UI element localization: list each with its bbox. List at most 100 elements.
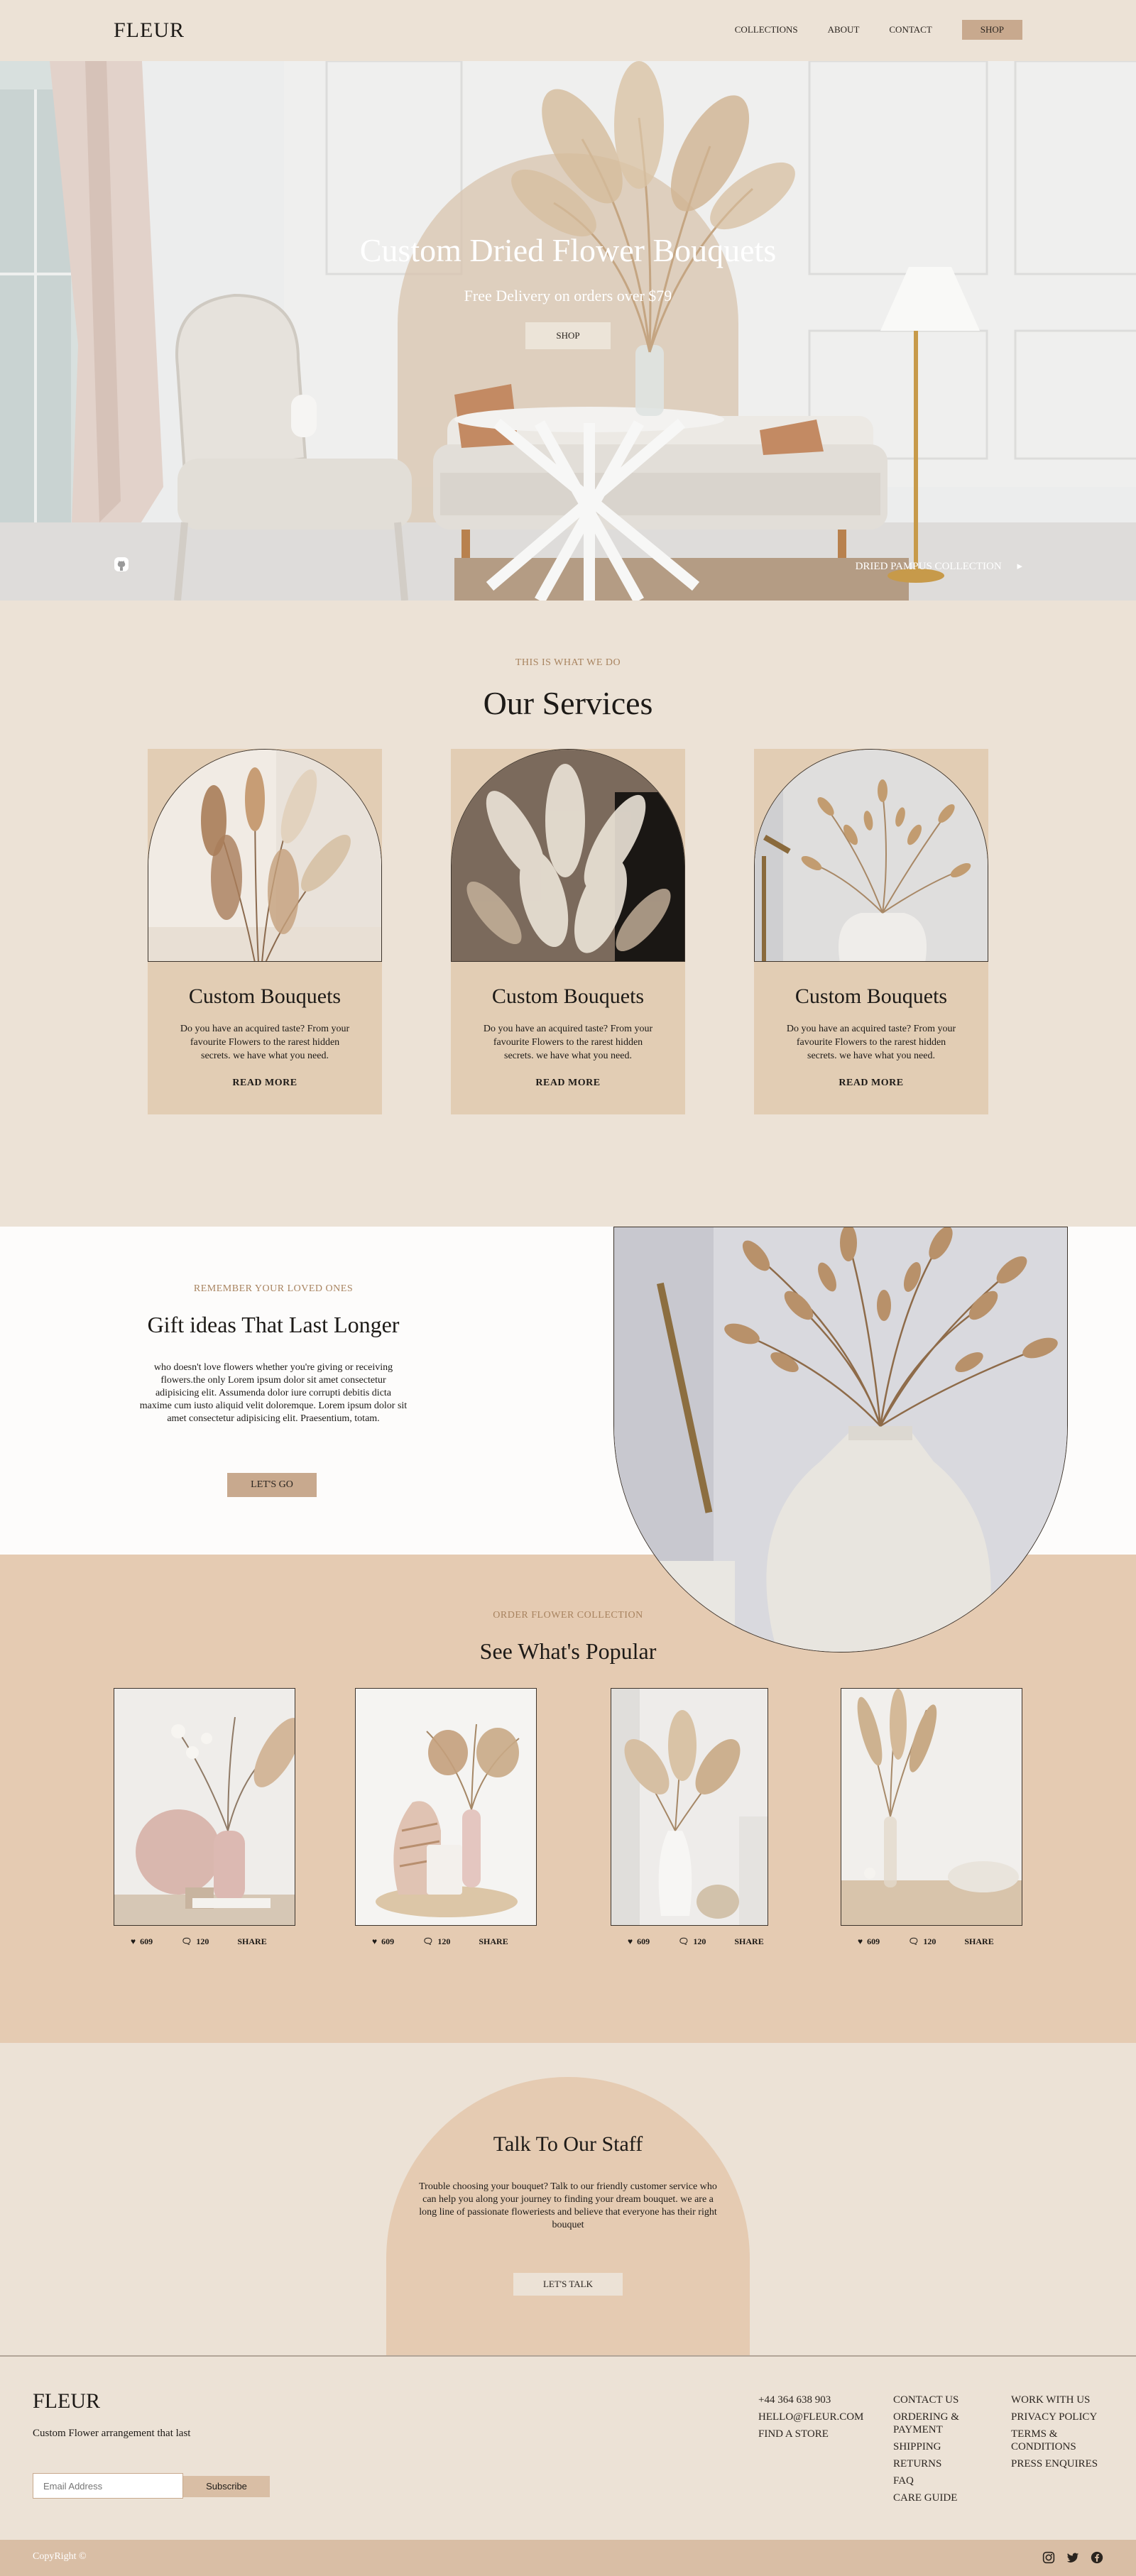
- footer-logo[interactable]: FLEUR: [33, 2389, 100, 2413]
- comments-count: 120: [923, 1936, 936, 1946]
- service-text: Do you have an acquired taste? From your…: [483, 1024, 653, 1061]
- facebook-icon[interactable]: [1091, 2551, 1103, 2564]
- comments[interactable]: 🗨 120: [422, 1936, 450, 1947]
- service-text: Do you have an acquired taste? From your…: [786, 1024, 956, 1061]
- likes-count: 609: [140, 1936, 153, 1946]
- github-icon[interactable]: [114, 557, 219, 572]
- product-image[interactable]: [355, 1688, 537, 1926]
- popular-title: See What's Popular: [479, 1638, 657, 1664]
- service-text: Do you have an acquired taste? From your…: [180, 1024, 350, 1061]
- heart-icon: ♥: [628, 1936, 633, 1946]
- comments-count: 120: [196, 1936, 209, 1946]
- footer-find-store[interactable]: FIND A STORE: [758, 2428, 863, 2440]
- likes-count: 609: [381, 1936, 395, 1946]
- product-meta: ♥ 609 🗨 120 SHARE: [131, 1936, 295, 1947]
- email-input[interactable]: [33, 2473, 183, 2499]
- footer-link[interactable]: FAQ: [893, 2474, 978, 2487]
- services-title: Our Services: [483, 685, 653, 721]
- nav-shop-button[interactable]: SHOP: [961, 20, 1022, 40]
- collection-link-label: DRIED PAMPUS COLLECTION: [855, 561, 1002, 572]
- subscribe-button[interactable]: Subscribe: [183, 2476, 270, 2497]
- likes[interactable]: ♥ 609: [628, 1936, 650, 1947]
- footer-customer: CONTACT US ORDERING & PAYMENT SHIPPING R…: [893, 2394, 978, 2509]
- footer-social-links: [1042, 2551, 1103, 2564]
- logo[interactable]: FLEUR: [114, 18, 185, 43]
- read-more-link[interactable]: READ MORE: [451, 1078, 685, 1089]
- heart-icon: ♥: [858, 1936, 863, 1946]
- main-nav: COLLECTIONS ABOUT CONTACT SHOP: [735, 20, 1022, 40]
- service-card: Custom Bouquets Do you have an acquired …: [148, 749, 382, 1114]
- lets-go-button[interactable]: LET'S GO: [227, 1473, 317, 1497]
- service-card: Custom Bouquets Do you have an acquired …: [754, 749, 988, 1114]
- service-card: Custom Bouquets Do you have an acquired …: [451, 749, 685, 1114]
- twitter-icon[interactable]: [114, 557, 159, 572]
- footer-divider: [0, 2355, 1136, 2357]
- share-link[interactable]: SHARE: [734, 1936, 763, 1947]
- product-meta: ♥ 609 🗨 120 SHARE: [858, 1936, 1022, 1947]
- site-header: FLEUR COLLECTIONS ABOUT CONTACT SHOP: [0, 0, 1136, 61]
- comments-count: 120: [693, 1936, 706, 1946]
- comments[interactable]: 🗨 120: [678, 1936, 706, 1947]
- talk-title: Talk To Our Staff: [493, 2132, 643, 2156]
- social-links: [114, 557, 219, 572]
- hero-shop-button[interactable]: SHOP: [525, 322, 611, 349]
- footer-link[interactable]: PRESS ENQUIRES: [1011, 2457, 1103, 2470]
- arrow-right-icon: ▸: [1017, 561, 1022, 572]
- nav-about[interactable]: ABOUT: [828, 24, 860, 35]
- comment-icon: 🗨: [422, 1936, 434, 1946]
- comments[interactable]: 🗨 120: [181, 1936, 209, 1947]
- talk-text: Trouble choosing your bouquet? Talk to o…: [419, 2181, 717, 2230]
- footer-link[interactable]: TERMS & CONDITIONS: [1011, 2428, 1103, 2453]
- likes[interactable]: ♥ 609: [131, 1936, 153, 1947]
- footer-link[interactable]: WORK WITH US: [1011, 2394, 1103, 2406]
- comment-icon: 🗨: [181, 1936, 192, 1946]
- footer-link[interactable]: PRIVACY POLICY: [1011, 2411, 1103, 2423]
- service-image: [451, 749, 685, 962]
- service-title: Custom Bouquets: [491, 985, 645, 1008]
- product-meta: ♥ 609 🗨 120 SHARE: [628, 1936, 792, 1947]
- heart-icon: ♥: [131, 1936, 136, 1946]
- instagram-icon[interactable]: [1042, 2551, 1055, 2564]
- product-image[interactable]: [611, 1688, 768, 1926]
- likes-count: 609: [637, 1936, 650, 1946]
- comment-icon: 🗨: [908, 1936, 919, 1946]
- copyright: CopyRight ©: [33, 2551, 87, 2562]
- likes[interactable]: ♥ 609: [858, 1936, 880, 1947]
- footer-link[interactable]: CONTACT US: [893, 2394, 978, 2406]
- share-link[interactable]: SHARE: [237, 1936, 266, 1947]
- comments[interactable]: 🗨 120: [908, 1936, 936, 1947]
- likes[interactable]: ♥ 609: [372, 1936, 394, 1947]
- footer-tagline: Custom Flower arrangement that last: [33, 2428, 191, 2439]
- services-eyebrow: THIS IS WHAT WE DO: [515, 657, 621, 668]
- twitter-icon[interactable]: [1066, 2551, 1079, 2564]
- comments-count: 120: [437, 1936, 451, 1946]
- facebook-icon[interactable]: [114, 557, 189, 572]
- nav-contact[interactable]: CONTACT: [889, 24, 932, 35]
- comment-icon: 🗨: [678, 1936, 689, 1946]
- read-more-link[interactable]: READ MORE: [148, 1078, 382, 1089]
- collection-link[interactable]: DRIED PAMPUS COLLECTION ▸: [856, 559, 1022, 573]
- nav-collections[interactable]: COLLECTIONS: [735, 24, 798, 35]
- footer-link[interactable]: SHIPPING: [893, 2440, 978, 2453]
- footer-link[interactable]: ORDERING & PAYMENT: [893, 2411, 978, 2436]
- footer-email[interactable]: HELLO@FLEUR.COM: [758, 2411, 863, 2423]
- product-image[interactable]: [114, 1688, 295, 1926]
- read-more-link[interactable]: READ MORE: [754, 1078, 988, 1089]
- gift-title: Gift ideas That Last Longer: [147, 1312, 400, 1337]
- footer-link[interactable]: RETURNS: [893, 2457, 978, 2470]
- share-link[interactable]: SHARE: [964, 1936, 993, 1947]
- service-image: [754, 749, 988, 962]
- footer-contact: +44 364 638 903 HELLO@FLEUR.COM FIND A S…: [758, 2394, 863, 2445]
- service-title: Custom Bouquets: [188, 985, 342, 1008]
- hero-title: Custom Dried Flower Bouquets: [359, 232, 777, 268]
- service-title: Custom Bouquets: [794, 985, 948, 1008]
- footer-phone[interactable]: +44 364 638 903: [758, 2394, 863, 2406]
- product-image[interactable]: [841, 1688, 1022, 1926]
- likes-count: 609: [867, 1936, 880, 1946]
- popular-eyebrow: ORDER FLOWER COLLECTION: [493, 1610, 643, 1621]
- gift-eyebrow: REMEMBER YOUR LOVED ONES: [193, 1283, 354, 1294]
- footer-link[interactable]: CARE GUIDE: [893, 2492, 978, 2504]
- hero-subtitle: Free Delivery on orders over $79: [464, 287, 672, 305]
- share-link[interactable]: SHARE: [479, 1936, 508, 1947]
- lets-talk-button[interactable]: LET'S TALK: [513, 2273, 623, 2296]
